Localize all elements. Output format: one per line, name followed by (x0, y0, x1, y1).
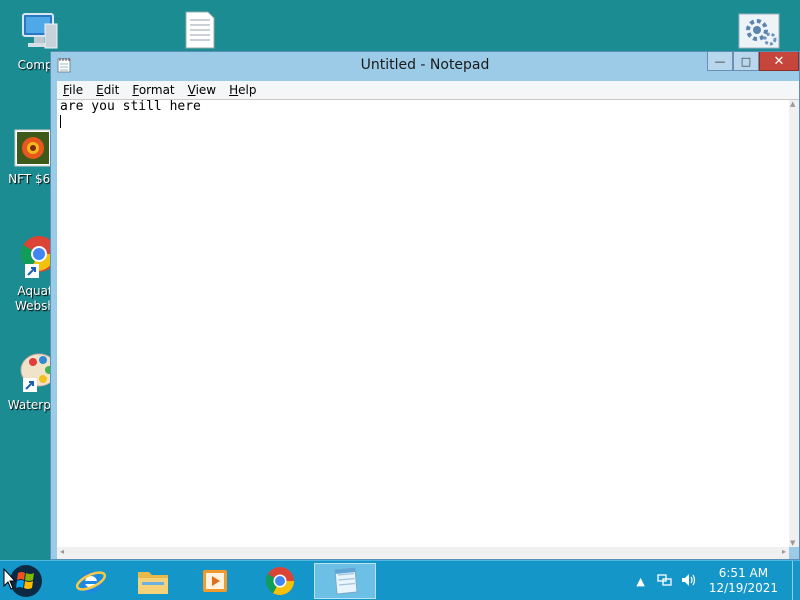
close-icon: ✕ (773, 53, 785, 69)
vertical-scrollbar[interactable]: ▲ ▼ (789, 100, 799, 547)
menu-bar: File Edit Format View Help (57, 81, 799, 99)
taskbar-chrome[interactable] (251, 563, 309, 599)
clock-time: 6:51 AM (718, 566, 769, 580)
horizontal-scrollbar[interactable]: ◂ ▸ (57, 547, 789, 559)
scroll-up-icon[interactable]: ▲ (790, 100, 795, 108)
title-bar[interactable]: Untitled - Notepad — □ ✕ (51, 52, 799, 81)
menu-edit[interactable]: Edit (96, 83, 119, 97)
desktop-icon-settings[interactable] (724, 12, 794, 50)
minimize-button[interactable]: — (707, 52, 733, 71)
clock-date: 12/19/2021 (708, 581, 778, 595)
close-button[interactable]: ✕ (759, 52, 799, 71)
restore-icon: □ (740, 54, 752, 68)
folder-icon (138, 572, 168, 594)
menu-format[interactable]: Format (132, 83, 174, 97)
scroll-down-icon[interactable]: ▼ (790, 539, 795, 547)
taskbar-notepad[interactable] (314, 563, 376, 599)
show-hidden-icons-icon[interactable]: ▲ (636, 575, 644, 588)
editor-content[interactable]: are you still here (60, 100, 201, 114)
taskbar: ▲ 6:51 AM 12/19/2021 (0, 560, 800, 600)
settings-gear-icon (738, 13, 780, 49)
window-title: Untitled - Notepad (360, 57, 490, 73)
restore-button[interactable]: □ (733, 52, 759, 71)
taskbar-media-player[interactable] (186, 563, 244, 599)
scroll-right-icon[interactable]: ▸ (782, 547, 786, 556)
text-document-icon (185, 11, 215, 49)
notepad-window[interactable]: Untitled - Notepad — □ ✕ File Edit Forma… (50, 51, 800, 560)
ie-icon (75, 571, 107, 593)
notepad-icon (334, 567, 358, 595)
flower-image-icon (14, 129, 52, 167)
show-desktop-button[interactable] (792, 561, 800, 600)
network-icon[interactable] (657, 573, 673, 590)
taskbar-file-explorer[interactable] (124, 563, 182, 599)
menu-help[interactable]: Help (229, 83, 256, 97)
mouse-cursor-icon (3, 568, 17, 590)
clock[interactable]: 6:51 AM 12/19/2021 (709, 566, 778, 596)
system-tray: ▲ 6:51 AM 12/19/2021 (636, 561, 800, 600)
chrome-icon (266, 567, 294, 595)
text-caret (60, 115, 61, 128)
window-controls: — □ ✕ (707, 52, 799, 71)
computer-icon (22, 13, 58, 49)
minimize-icon: — (714, 54, 726, 68)
volume-icon[interactable] (681, 573, 697, 590)
menu-file[interactable]: File (63, 83, 83, 97)
menu-view[interactable]: View (188, 83, 216, 97)
taskbar-internet-explorer[interactable] (62, 563, 120, 599)
scroll-left-icon[interactable]: ◂ (60, 547, 64, 556)
media-player-icon (203, 570, 227, 592)
desktop-icon-document[interactable] (165, 10, 235, 50)
text-editor[interactable]: are you still here ▲ ▼ (57, 99, 799, 547)
